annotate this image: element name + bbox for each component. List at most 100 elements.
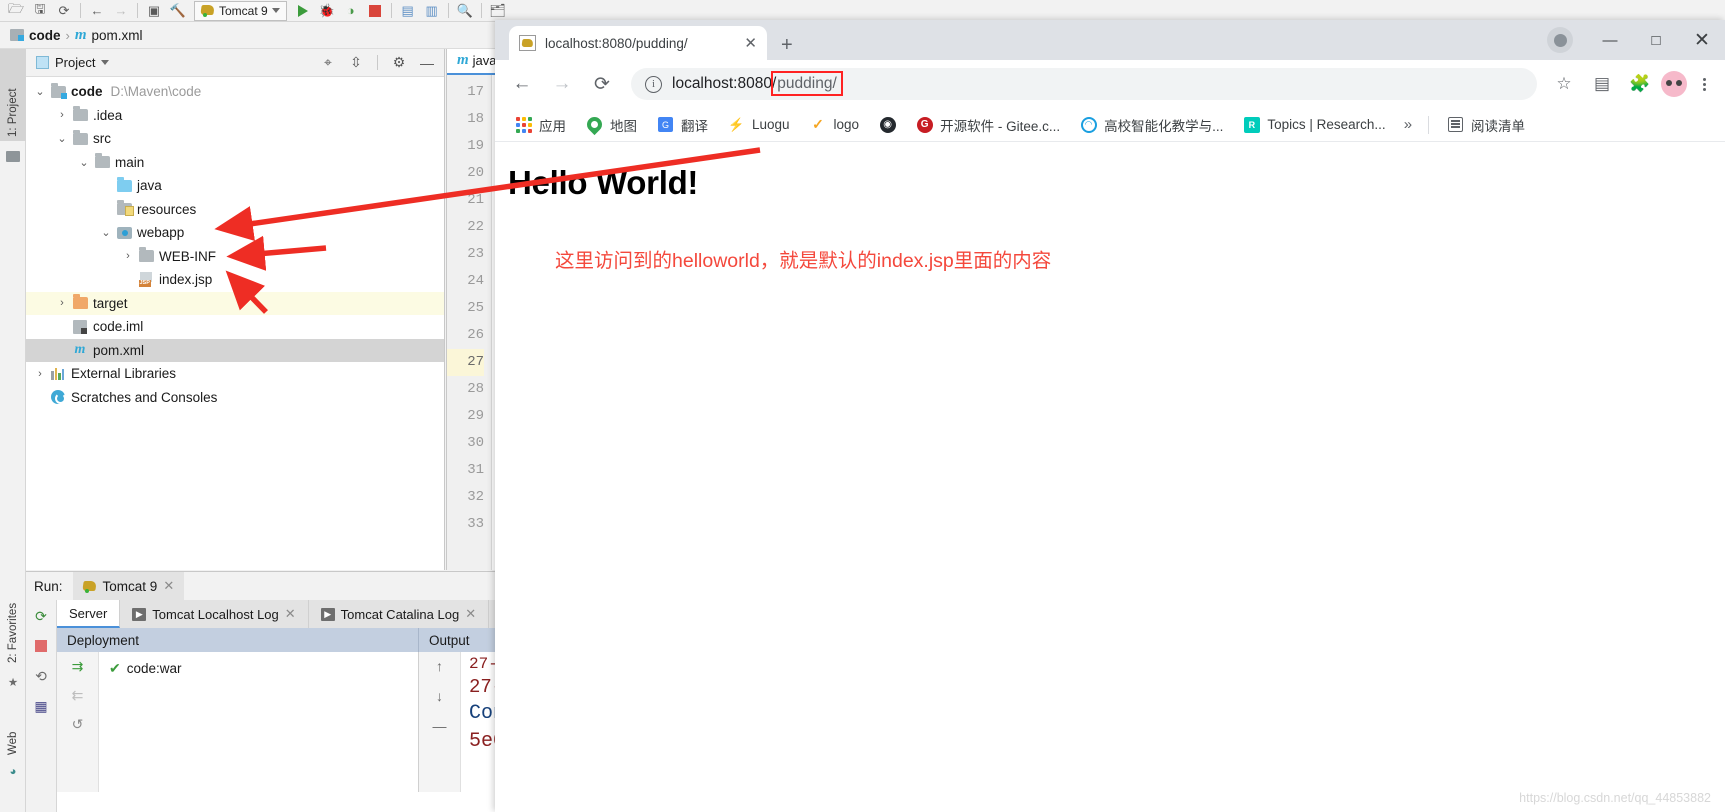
minimize-button[interactable]: — [1587, 20, 1633, 60]
gitee-icon: G [916, 116, 933, 133]
bookmark-github[interactable]: ◉ [871, 113, 904, 136]
minimize-icon[interactable]: — [416, 52, 438, 74]
bookmarks-overflow-button[interactable]: » [1398, 116, 1418, 133]
forward-icon[interactable]: → [543, 65, 581, 103]
locate-target-icon[interactable]: ⌖ [317, 52, 339, 74]
layout2-icon[interactable]: ▥ [420, 1, 444, 21]
close-icon[interactable]: ✕ [285, 606, 296, 622]
tree-node-scratches-and-consoles[interactable]: Scratches and Consoles [26, 386, 444, 410]
bookmark-topics-research[interactable]: R Topics | Research... [1235, 113, 1393, 136]
breadcrumb-file[interactable]: pom.xml [92, 28, 143, 43]
bookmark-高校智能化教学与[interactable]: ◠ 高校智能化教学与... [1072, 112, 1231, 138]
close-button[interactable]: ✕ [1679, 20, 1725, 60]
run-subtab-tomcat-catalina-log[interactable]: ▶ Tomcat Catalina Log ✕ [308, 600, 490, 628]
address-bar[interactable]: i localhost:8080/pudding/ [631, 68, 1537, 100]
open-folder-icon[interactable]: 🗁 [4, 1, 28, 21]
close-icon[interactable]: ✕ [163, 578, 174, 594]
bookmark-logo[interactable]: ✓ logo [802, 113, 868, 136]
tree-node-pom-xml[interactable]: m pom.xml [26, 338, 444, 362]
rerun-icon[interactable]: ⟳ [30, 606, 52, 626]
tree-node-target[interactable]: › target [26, 291, 444, 315]
tree-node-code-iml[interactable]: code.iml [26, 315, 444, 339]
stop-icon[interactable] [363, 1, 387, 21]
apps-grid-icon [515, 116, 532, 133]
tree-node-external-libraries[interactable]: › External Libraries [26, 362, 444, 386]
chevron-down-icon[interactable]: ⌄ [98, 226, 114, 239]
tree-node-web-inf[interactable]: › WEB-INF [26, 245, 444, 269]
stop-icon[interactable] [30, 636, 52, 656]
sidebar-item-project[interactable]: 1: Project [0, 49, 26, 141]
jsp-file-icon [136, 272, 156, 288]
chevron-right-icon[interactable]: › [120, 250, 136, 262]
bookmark-地图[interactable]: 地图 [578, 112, 645, 138]
browser-tab[interactable]: localhost:8080/pudding/ ✕ [509, 26, 767, 60]
project-panel-title[interactable]: Project [55, 55, 95, 70]
run-icon[interactable] [291, 1, 315, 21]
info-circle-icon[interactable]: i [645, 75, 662, 93]
chevron-right-icon[interactable]: › [54, 109, 70, 121]
chevron-down-icon[interactable]: ⌄ [32, 85, 48, 98]
tree-node-code[interactable]: ⌄ code D:\Maven\code [26, 80, 444, 104]
extension-icon[interactable]: ▤ [1585, 67, 1619, 101]
sidebar-item-web[interactable]: Web [0, 697, 26, 759]
chevron-down-icon[interactable]: ⌄ [76, 156, 92, 169]
run-coverage-icon[interactable]: ◑ [339, 1, 363, 21]
sync-icon[interactable]: ⟳ [52, 1, 76, 21]
close-icon[interactable]: ✕ [465, 606, 476, 622]
maximize-button[interactable]: □ [1633, 20, 1679, 60]
tree-node-src[interactable]: ⌄ src [26, 127, 444, 151]
back-icon[interactable]: ← [85, 1, 109, 21]
structure-icon[interactable]: 🗂 [486, 1, 510, 21]
bookmark-luogu[interactable]: ⚡ Luogu [720, 113, 798, 136]
gutter-line-number: 21 [467, 192, 484, 208]
reload-icon[interactable]: ⟳ [583, 65, 621, 103]
scroll-up-icon[interactable]: ↑ [436, 658, 443, 674]
collapse-all-icon[interactable]: ⇳ [345, 52, 367, 74]
deploy-icon[interactable]: ⇉ [72, 658, 84, 675]
tree-node-webapp[interactable]: ⌄ webapp [26, 221, 444, 245]
bookmark-star-icon[interactable]: ☆ [1547, 67, 1581, 101]
bookmark-翻译[interactable]: G 翻译 [649, 112, 716, 138]
build-hammer-icon[interactable]: 🔨 [166, 1, 190, 21]
new-tab-button[interactable]: + [781, 35, 793, 55]
run-tab-tomcat9[interactable]: Tomcat 9 ✕ [72, 572, 185, 600]
forward-icon[interactable]: → [109, 1, 133, 21]
chevron-right-icon[interactable]: › [32, 368, 48, 380]
back-icon[interactable]: ← [503, 65, 541, 103]
run-configuration-selector[interactable]: Tomcat 9 [194, 0, 287, 21]
bookmark-应用[interactable]: 应用 [507, 112, 574, 138]
tree-node-main[interactable]: ⌄ main [26, 151, 444, 175]
run-subtab-server[interactable]: Server [57, 600, 121, 628]
globe-icon: ◕ [9, 766, 17, 778]
chevron-down-icon[interactable] [101, 60, 110, 65]
puzzle-extensions-icon[interactable]: 🧩 [1623, 67, 1657, 101]
save-icon[interactable]: 🖫 [28, 1, 52, 21]
run-subtab-tomcat-localhost-log[interactable]: ▶ Tomcat Localhost Log ✕ [120, 600, 309, 628]
chevron-right-icon[interactable]: › [54, 297, 70, 309]
close-icon[interactable]: ✕ [744, 34, 757, 52]
layout-icon[interactable]: ▤ [396, 1, 420, 21]
breadcrumb-module[interactable]: code [29, 28, 61, 43]
collapse-icon[interactable]: — [433, 718, 447, 734]
tree-node-resources[interactable]: resources [26, 198, 444, 222]
grid-icon[interactable]: ▦ [30, 696, 52, 716]
run-file-icon[interactable]: ▣ [142, 1, 166, 21]
redeploy-icon[interactable]: ⟲ [30, 666, 52, 686]
tree-node-java[interactable]: java [26, 174, 444, 198]
deployment-row[interactable]: ✔ code:war [99, 656, 418, 680]
profile-badge-icon[interactable] [1547, 27, 1573, 53]
redeploy-arrow-icon[interactable]: ↺ [72, 716, 84, 733]
maps-icon [583, 113, 606, 136]
debug-icon[interactable]: 🐞 [315, 1, 339, 21]
gear-icon[interactable]: ⚙ [388, 52, 410, 74]
tree-node-idea[interactable]: › .idea [26, 104, 444, 128]
bookmark-开源软件-gitee-c[interactable]: G 开源软件 - Gitee.c... [908, 112, 1068, 138]
chrome-menu-icon[interactable] [1691, 77, 1717, 91]
search-icon[interactable]: 🔍 [453, 1, 477, 21]
sidebar-item-favorites[interactable]: 2: Favorites [0, 549, 26, 667]
tree-node-index-jsp[interactable]: index.jsp [26, 268, 444, 292]
reading-list-button[interactable]: 阅读清单 [1439, 112, 1533, 138]
scroll-down-icon[interactable]: ↓ [436, 688, 443, 704]
chevron-down-icon[interactable]: ⌄ [54, 132, 70, 145]
avatar[interactable] [1661, 71, 1687, 97]
